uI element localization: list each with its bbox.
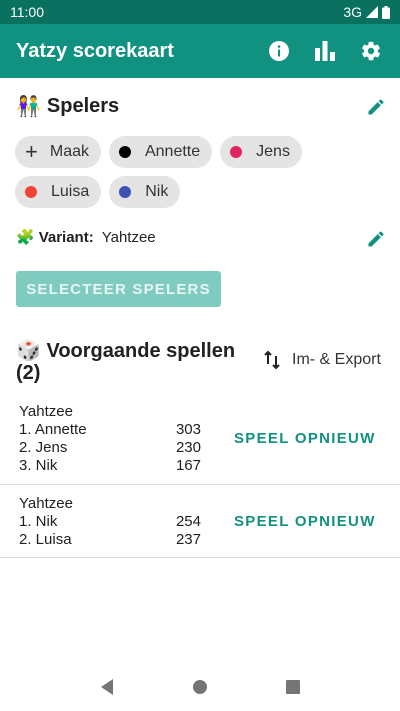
game-variant: Yahtzee xyxy=(19,403,73,420)
replay-button[interactable]: SPEEL OPNIEUW xyxy=(234,430,376,447)
select-players-button[interactable]: SELECTEER SPELERS xyxy=(16,271,221,307)
player-chip[interactable]: Annette xyxy=(108,136,213,168)
rank-label: 1. Nik xyxy=(19,513,58,530)
navigation-bar xyxy=(0,663,400,711)
variant-row: 🧩 Variant: Yahtzee xyxy=(16,228,156,247)
game-card: Yahtzee 1. Nik 254 2. Luisa 237 SPEEL OP… xyxy=(0,485,400,558)
bar-chart-icon[interactable] xyxy=(312,38,338,64)
rank-row: 3. Nik 167 xyxy=(19,457,201,475)
previous-title-text: Voorgaande spellen xyxy=(46,340,236,362)
info-icon[interactable] xyxy=(266,38,292,64)
import-export-label: Im- & Export xyxy=(292,351,381,368)
rank-label: 2. Jens xyxy=(19,439,68,456)
player-chip[interactable]: Nik xyxy=(109,176,181,208)
player-name: Nik xyxy=(145,183,169,200)
rank-score: 303 xyxy=(175,421,201,438)
rank-score: 230 xyxy=(175,439,201,456)
player-chips: + Maak Annette Jens Luisa Nik xyxy=(15,136,395,208)
rank-row: 2. Jens 230 xyxy=(19,439,201,457)
status-time: 11:00 xyxy=(10,4,44,20)
rank-score: 237 xyxy=(175,531,201,548)
rank-row: 1. Annette 303 xyxy=(19,421,201,439)
variant-emoji: 🧩 xyxy=(16,229,35,246)
swap-vertical-icon xyxy=(264,350,280,370)
game-card: Yahtzee 1. Annette 303 2. Jens 230 3. Ni… xyxy=(0,395,400,485)
rank-row: 2. Luisa 237 xyxy=(19,531,201,549)
rank-label: 3. Nik xyxy=(19,457,58,474)
add-player-chip[interactable]: + Maak xyxy=(15,136,101,168)
add-player-label: Maak xyxy=(49,143,89,160)
network-type: 3G xyxy=(343,4,362,20)
recents-icon[interactable] xyxy=(285,679,301,695)
player-color-dot xyxy=(230,146,243,158)
player-color-dot xyxy=(25,186,37,198)
home-icon[interactable] xyxy=(192,679,208,695)
variant-value: Yahtzee xyxy=(101,228,156,246)
signal-icon xyxy=(366,6,378,18)
status-bar: 11:00 3G xyxy=(0,0,400,24)
previous-emoji: 🎲 xyxy=(16,340,41,362)
variant-label: Variant: xyxy=(38,228,94,246)
back-icon[interactable] xyxy=(99,678,115,696)
previous-count: (2) xyxy=(16,362,41,384)
rank-score: 254 xyxy=(175,513,201,530)
import-export-button[interactable]: Im- & Export xyxy=(264,350,381,370)
rank-score: 167 xyxy=(175,457,201,474)
player-name: Jens xyxy=(256,143,290,160)
player-name: Luisa xyxy=(51,183,90,200)
app-title: Yatzy scorekaart xyxy=(16,39,174,62)
rank-row: 1. Nik 254 xyxy=(19,513,201,531)
player-color-dot xyxy=(118,146,131,158)
replay-button[interactable]: SPEEL OPNIEUW xyxy=(234,513,376,530)
app-bar: Yatzy scorekaart xyxy=(0,24,400,78)
player-color-dot xyxy=(119,186,132,198)
add-icon: + xyxy=(25,139,38,164)
app-actions xyxy=(266,38,384,64)
previous-games-title: 🎲 Voorgaande spellen (2) xyxy=(16,340,236,384)
player-chip[interactable]: Luisa xyxy=(15,176,102,208)
battery-icon xyxy=(382,5,390,19)
edit-players-icon[interactable] xyxy=(364,95,388,119)
status-icons: 3G xyxy=(343,4,390,20)
player-name: Annette xyxy=(144,143,201,160)
edit-variant-icon[interactable] xyxy=(364,227,388,251)
player-chip[interactable]: Jens xyxy=(220,136,302,168)
settings-icon[interactable] xyxy=(358,38,384,64)
players-title: Spelers xyxy=(46,95,120,117)
rank-label: 2. Luisa xyxy=(19,531,72,548)
rank-label: 1. Annette xyxy=(19,421,87,438)
players-emoji: 👫 xyxy=(16,96,41,118)
game-variant: Yahtzee xyxy=(19,495,73,512)
players-header: 👫 Spelers xyxy=(16,94,119,119)
